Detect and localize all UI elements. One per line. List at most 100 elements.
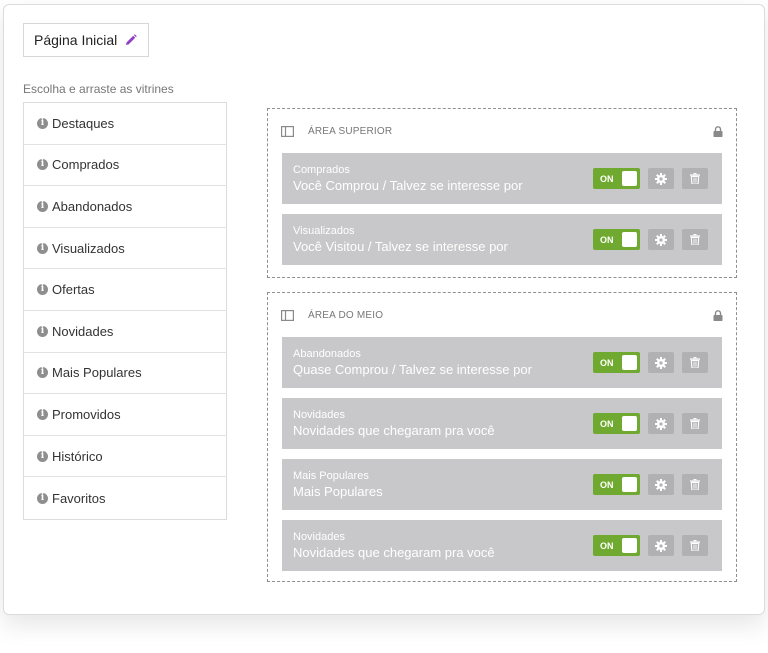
settings-button[interactable]	[648, 229, 674, 250]
slot-novidades-2[interactable]: Novidades Novidades que chegaram pra voc…	[282, 520, 722, 571]
trash-icon	[690, 540, 700, 551]
slot-text: Novidades Novidades que chegaram pra voc…	[293, 530, 593, 561]
on-toggle[interactable]: ON	[593, 168, 640, 189]
delete-button[interactable]	[682, 229, 708, 250]
toggle-knob	[622, 538, 637, 553]
slot-title: Novidades que chegaram pra você	[293, 423, 495, 438]
vitrine-label: Ofertas	[52, 282, 95, 298]
vitrine-item-comprados[interactable]: i Comprados	[24, 145, 226, 187]
trash-icon	[690, 418, 700, 429]
delete-button[interactable]	[682, 168, 708, 189]
settings-button[interactable]	[648, 474, 674, 495]
vitrine-label: Destaques	[52, 115, 115, 131]
toggle-label: ON	[600, 418, 614, 429]
info-icon: i	[37, 325, 48, 337]
gear-icon	[655, 478, 667, 491]
slot-visualizados[interactable]: Visualizados Você Visitou / Talvez se in…	[282, 214, 722, 265]
slot-type: Mais Populares	[293, 470, 369, 482]
slot-novidades[interactable]: Novidades Novidades que chegaram pra voc…	[282, 398, 722, 449]
info-icon: i	[37, 408, 48, 420]
vitrine-label: Visualizados	[52, 240, 125, 256]
vitrine-label: Favoritos	[52, 490, 106, 506]
vitrine-item-favoritos[interactable]: i Favoritos	[24, 477, 226, 519]
slot-abandonados[interactable]: Abandonados Quase Comprou / Talvez se in…	[282, 337, 722, 388]
gear-icon	[655, 539, 667, 552]
slot-type: Novidades	[293, 409, 345, 421]
trash-icon	[690, 173, 700, 184]
on-toggle[interactable]: ON	[593, 229, 640, 250]
vitrine-label: Promovidos	[52, 406, 121, 422]
layout-icon	[281, 309, 294, 321]
vitrine-item-ofertas[interactable]: i Ofertas	[24, 269, 226, 311]
toggle-knob	[622, 355, 637, 370]
toggle-label: ON	[600, 357, 614, 368]
page-title-box[interactable]: Página Inicial	[23, 23, 150, 57]
page-title: Página Inicial	[34, 32, 118, 48]
vitrine-item-destaques[interactable]: i Destaques	[24, 103, 226, 145]
vitrine-item-visualizados[interactable]: i Visualizados	[24, 228, 226, 270]
delete-button[interactable]	[682, 535, 708, 556]
info-icon: i	[37, 492, 48, 504]
slot-comprados[interactable]: Comprados Você Comprou / Talvez se inter…	[282, 153, 722, 204]
lock-icon	[713, 125, 723, 137]
toggle-label: ON	[600, 234, 614, 245]
lock-icon	[713, 309, 723, 321]
area-header: ÁREA SUPERIOR	[268, 109, 736, 153]
gear-icon	[655, 172, 667, 185]
slot-text: Comprados Você Comprou / Talvez se inter…	[293, 163, 593, 194]
gear-icon	[655, 417, 667, 430]
info-icon: i	[37, 117, 48, 129]
slot-title: Novidades que chegaram pra você	[293, 545, 495, 560]
slot-mais-populares[interactable]: Mais Populares Mais Populares ON	[282, 459, 722, 510]
delete-button[interactable]	[682, 474, 708, 495]
on-toggle[interactable]: ON	[593, 535, 640, 556]
trash-icon	[690, 479, 700, 490]
vitrine-item-historico[interactable]: i Histórico	[24, 436, 226, 478]
slot-title: Quase Comprou / Talvez se interesse por	[293, 362, 532, 377]
area-title: ÁREA DO MEIO	[308, 309, 384, 321]
slot-text: Visualizados Você Visitou / Talvez se in…	[293, 224, 593, 255]
trash-icon	[690, 234, 700, 245]
slot-type: Visualizados	[293, 225, 355, 237]
on-toggle[interactable]: ON	[593, 352, 640, 373]
vitrine-label: Novidades	[52, 323, 114, 339]
slot-title: Você Visitou / Talvez se interesse por	[293, 239, 508, 254]
vitrine-label: Comprados	[52, 157, 120, 173]
toggle-label: ON	[600, 173, 614, 184]
settings-button[interactable]	[648, 168, 674, 189]
info-icon: i	[37, 450, 48, 462]
toggle-knob	[622, 477, 637, 492]
area-header: ÁREA DO MEIO	[268, 293, 736, 337]
slot-text: Mais Populares Mais Populares	[293, 469, 593, 500]
on-toggle[interactable]: ON	[593, 474, 640, 495]
delete-button[interactable]	[682, 413, 708, 434]
toggle-label: ON	[600, 540, 614, 551]
delete-button[interactable]	[682, 352, 708, 373]
info-icon: i	[37, 159, 48, 171]
settings-button[interactable]	[648, 352, 674, 373]
area-title: ÁREA SUPERIOR	[308, 125, 393, 137]
settings-button[interactable]	[648, 535, 674, 556]
vitrine-label: Histórico	[52, 448, 103, 464]
vitrine-item-promovidos[interactable]: i Promovidos	[24, 394, 226, 436]
gear-icon	[655, 233, 667, 246]
vitrine-item-novidades[interactable]: i Novidades	[24, 311, 226, 353]
vitrine-item-mais-populares[interactable]: i Mais Populares	[24, 353, 226, 395]
pencil-icon[interactable]	[125, 34, 138, 46]
vitrine-item-abandonados[interactable]: i Abandonados	[24, 186, 226, 228]
vitrine-list: i Destaques i Comprados i Abandonados i Visu…	[23, 102, 227, 520]
toggle-label: ON	[600, 479, 614, 490]
vitrine-label: Abandonados	[52, 198, 133, 214]
vitrine-label: Mais Populares	[52, 365, 142, 381]
area-do-meio[interactable]: ÁREA DO MEIO Abandonados Quase Comprou /…	[267, 292, 737, 582]
area-superior[interactable]: ÁREA SUPERIOR Comprados Você Comprou / T…	[267, 108, 737, 278]
toggle-knob	[622, 171, 637, 186]
slot-type: Novidades	[293, 531, 345, 543]
info-icon: i	[37, 284, 48, 296]
layout-icon	[281, 125, 294, 137]
slot-title: Você Comprou / Talvez se interesse por	[293, 178, 523, 193]
on-toggle[interactable]: ON	[593, 413, 640, 434]
slot-type: Comprados	[293, 164, 350, 176]
info-icon: i	[37, 200, 48, 212]
settings-button[interactable]	[648, 413, 674, 434]
